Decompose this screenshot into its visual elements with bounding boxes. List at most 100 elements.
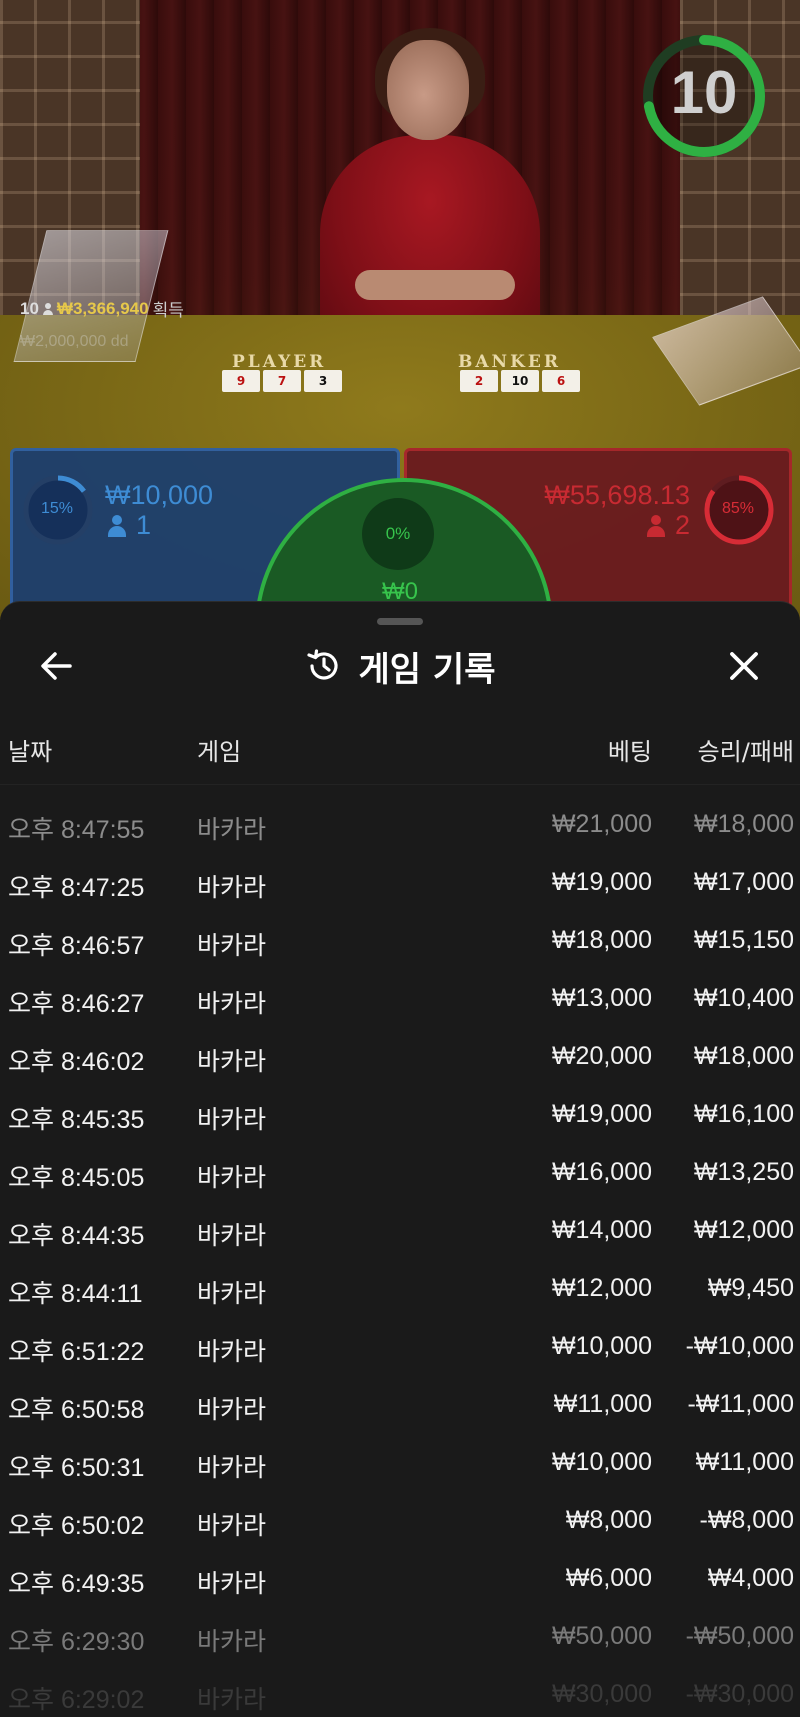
- row-game: 바카라: [197, 1628, 267, 1656]
- row-game: 바카라: [197, 1396, 267, 1424]
- row-result: -₩10,000: [685, 1332, 794, 1360]
- sheet-header: 게임 기록: [0, 644, 800, 690]
- row-result: ₩10,400: [693, 984, 794, 1012]
- winnings-amount: ₩3,366,940: [56, 298, 149, 318]
- column-header-game: 게임: [197, 738, 242, 766]
- dealer: [295, 28, 565, 355]
- row-date: 오후 8:44:35: [8, 1222, 145, 1250]
- playing-card: 7: [263, 370, 301, 392]
- player-bettor-count: 1: [108, 510, 151, 541]
- row-result: ₩15,150: [693, 926, 794, 954]
- playing-card: 6: [542, 370, 580, 392]
- row-date: 오후 6:29:02: [8, 1686, 145, 1714]
- row-result: ₩4,000: [707, 1564, 794, 1592]
- history-row[interactable]: 오후 8:44:35 바카라 ₩14,000 ₩12,000: [0, 1202, 800, 1260]
- drag-handle[interactable]: [377, 618, 423, 625]
- row-game: 바카라: [197, 1222, 267, 1250]
- history-row[interactable]: 오후 6:51:22 바카라 ₩10,000 -₩10,000: [0, 1318, 800, 1376]
- row-date: 오후 8:46:02: [8, 1048, 145, 1076]
- row-game: 바카라: [197, 1338, 267, 1366]
- banker-percent: 85%: [721, 500, 755, 517]
- row-bet: ₩6,000: [565, 1564, 652, 1592]
- table-player-label: PLAYER: [232, 352, 327, 372]
- sheet-title: 게임 기록: [358, 649, 496, 690]
- history-row[interactable]: 오후 6:50:58 바카라 ₩11,000 -₩11,000: [0, 1376, 800, 1434]
- history-row[interactable]: 오후 8:47:55 바카라 ₩21,000 ₩18,000: [0, 796, 800, 854]
- row-bet: ₩18,000: [551, 926, 652, 954]
- row-bet: ₩50,000: [551, 1622, 652, 1650]
- row-bet: ₩19,000: [551, 868, 652, 896]
- column-header-bet: 베팅: [607, 738, 652, 766]
- banker-count-value: 2: [674, 510, 690, 540]
- playing-card: 9: [222, 370, 260, 392]
- row-date: 오후 6:50:02: [8, 1512, 145, 1540]
- column-header-date: 날짜: [8, 738, 53, 766]
- banker-cards: 2 10 6: [460, 370, 580, 392]
- history-row[interactable]: 오후 6:49:35 바카라 ₩6,000 ₩4,000: [0, 1550, 800, 1608]
- user-icon: [108, 514, 126, 537]
- row-result: ₩11,000: [695, 1448, 794, 1476]
- row-game: 바카라: [197, 1106, 267, 1134]
- row-date: 오후 8:47:25: [8, 874, 145, 902]
- row-date: 오후 8:46:27: [8, 990, 145, 1018]
- row-game: 바카라: [197, 1686, 267, 1714]
- history-row[interactable]: 오후 8:46:02 바카라 ₩20,000 ₩18,000: [0, 1028, 800, 1086]
- back-button[interactable]: [34, 644, 78, 688]
- row-game: 바카라: [197, 1164, 267, 1192]
- history-row[interactable]: 오후 8:45:35 바카라 ₩19,000 ₩16,100: [0, 1086, 800, 1144]
- row-bet: ₩30,000: [551, 1680, 652, 1708]
- row-date: 오후 6:50:58: [8, 1396, 145, 1424]
- playing-card: 3: [304, 370, 342, 392]
- row-bet: ₩20,000: [551, 1042, 652, 1070]
- close-button[interactable]: [722, 644, 766, 688]
- history-row[interactable]: 오후 8:44:11 바카라 ₩12,000 ₩9,450: [0, 1260, 800, 1318]
- history-row[interactable]: 오후 8:46:57 바카라 ₩18,000 ₩15,150: [0, 912, 800, 970]
- faded-winnings-line: ₩2,000,000 dd: [20, 333, 129, 350]
- row-game: 바카라: [197, 990, 267, 1018]
- player-cards: 9 7 3: [222, 370, 342, 392]
- winnings-suffix: 획득: [152, 301, 184, 320]
- row-result: ₩9,450: [707, 1274, 794, 1302]
- banker-bettor-count: 2: [646, 510, 690, 541]
- row-bet: ₩14,000: [551, 1216, 652, 1244]
- history-row[interactable]: 오후 8:45:05 바카라 ₩16,000 ₩13,250: [0, 1144, 800, 1202]
- person-icon: [42, 302, 53, 315]
- header-divider: [0, 784, 800, 785]
- player-count-value: 1: [136, 510, 152, 540]
- row-bet: ₩11,000: [553, 1390, 652, 1418]
- row-date: 오후 8:45:05: [8, 1164, 145, 1192]
- row-bet: ₩10,000: [551, 1448, 652, 1476]
- row-game: 바카라: [197, 1280, 267, 1308]
- banker-bet-amount: ₩55,698.13: [544, 480, 690, 510]
- row-date: 오후 8:44:11: [8, 1280, 143, 1308]
- arrow-left-icon: [41, 652, 72, 680]
- row-result: ₩18,000: [693, 810, 794, 838]
- row-date: 오후 8:47:55: [8, 816, 145, 844]
- row-result: ₩16,100: [693, 1100, 794, 1128]
- row-date: 오후 6:29:30: [8, 1628, 145, 1656]
- row-bet: ₩10,000: [551, 1332, 652, 1360]
- playing-card: 10: [501, 370, 539, 392]
- history-row[interactable]: 오후 8:47:25 바카라 ₩19,000 ₩17,000: [0, 854, 800, 912]
- row-game: 바카라: [197, 1454, 267, 1482]
- row-date: 오후 6:49:35: [8, 1570, 145, 1598]
- row-result: ₩13,250: [693, 1158, 794, 1186]
- row-bet: ₩21,000: [551, 810, 652, 838]
- history-row[interactable]: 오후 6:50:02 바카라 ₩8,000 -₩8,000: [0, 1492, 800, 1550]
- winnings-count: 10: [20, 298, 39, 318]
- tie-percent: 0%: [362, 498, 434, 570]
- row-date: 오후 8:46:57: [8, 932, 145, 960]
- table-banker-label: BANKER: [458, 352, 561, 372]
- history-row[interactable]: 오후 6:29:02 바카라 ₩30,000 -₩30,000: [0, 1666, 800, 1717]
- row-date: 오후 8:45:35: [8, 1106, 145, 1134]
- history-row[interactable]: 오후 6:50:31 바카라 ₩10,000 ₩11,000: [0, 1434, 800, 1492]
- row-game: 바카라: [197, 1570, 267, 1598]
- row-bet: ₩12,000: [551, 1274, 652, 1302]
- winnings-banner: 10 ₩3,366,940 획득: [20, 296, 184, 321]
- row-result: -₩50,000: [685, 1622, 794, 1650]
- history-row[interactable]: 오후 8:46:27 바카라 ₩13,000 ₩10,400: [0, 970, 800, 1028]
- row-result: -₩30,000: [685, 1680, 794, 1708]
- history-row[interactable]: 오후 6:29:30 바카라 ₩50,000 -₩50,000: [0, 1608, 800, 1666]
- row-game: 바카라: [197, 874, 267, 902]
- row-bet: ₩13,000: [551, 984, 652, 1012]
